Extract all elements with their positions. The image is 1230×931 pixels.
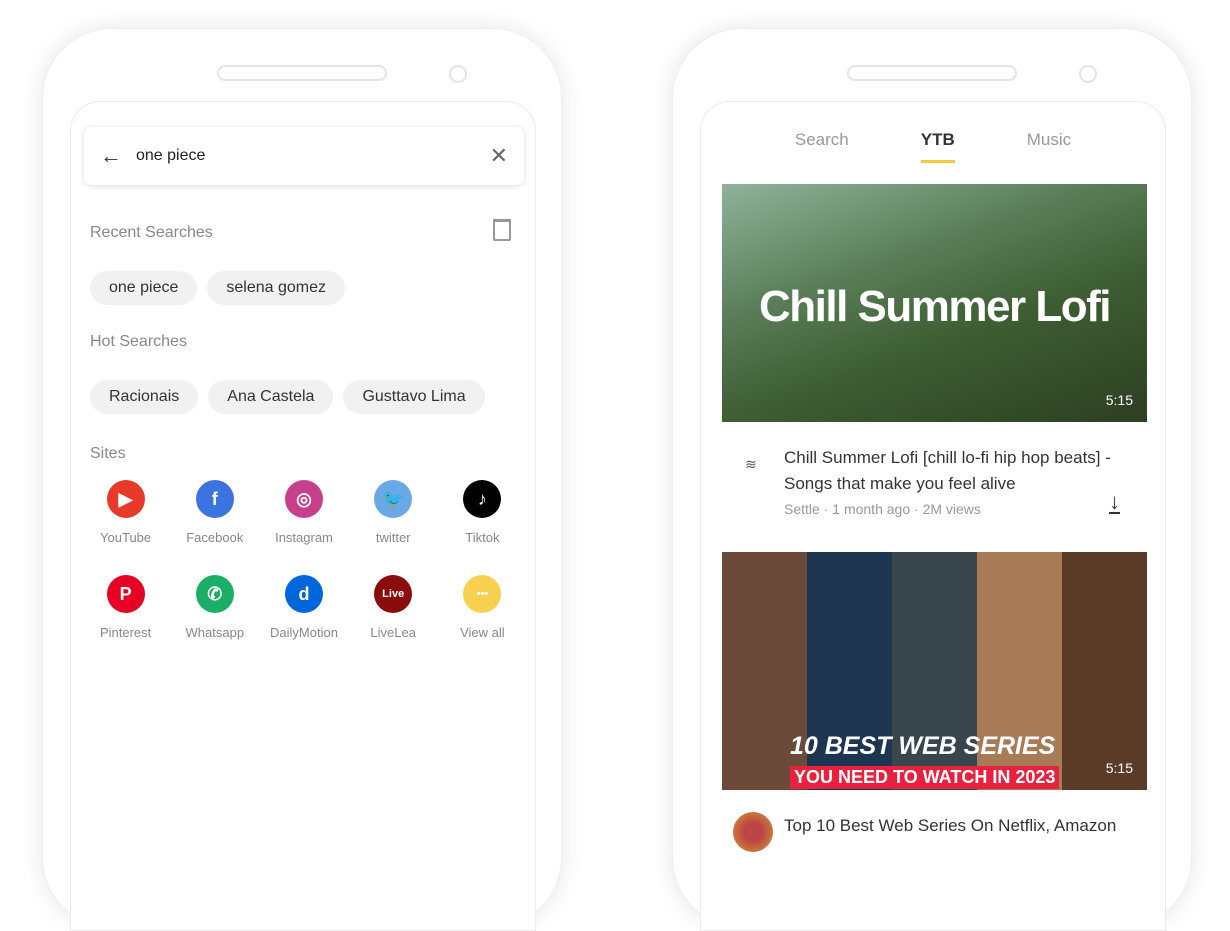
duration: 5:15	[1105, 392, 1133, 408]
site-tiktok[interactable]: ♪ Tiktok	[438, 480, 527, 545]
site-label: LiveLea	[370, 625, 416, 640]
search-screen: ← one piece ✕ Recent Searches one piece …	[70, 101, 536, 931]
playlist-icon: ≋	[745, 456, 757, 472]
site-view-all[interactable]: ••• View all	[438, 575, 527, 640]
hot-chip[interactable]: Gusttavo Lima	[343, 380, 485, 414]
phone-left: ← one piece ✕ Recent Searches one piece …	[42, 28, 562, 931]
site-facebook[interactable]: f Facebook	[170, 480, 259, 545]
twitter-icon: 🐦	[374, 480, 413, 518]
dailymotion-icon: d	[284, 575, 323, 613]
thumbnail-text: Chill Summer Lofi	[759, 282, 1111, 331]
search-bar[interactable]: ← one piece ✕	[84, 127, 524, 185]
tiktok-icon: ♪	[463, 480, 502, 518]
thumbnail-text: 10 BEST WEB SERIES	[790, 732, 1056, 760]
speaker	[847, 65, 1017, 81]
tab-search[interactable]: Search	[795, 130, 849, 163]
trash-icon[interactable]	[493, 219, 511, 241]
site-label: Facebook	[186, 530, 244, 545]
site-label: twitter	[375, 530, 411, 545]
channel-avatar[interactable]	[733, 812, 773, 852]
tab-ytb[interactable]: YTB	[920, 130, 955, 163]
download-icon[interactable]: ↓	[1109, 491, 1120, 514]
facebook-icon: f	[195, 480, 234, 518]
site-label: View all	[460, 625, 505, 640]
site-label: YouTube	[100, 530, 152, 545]
site-dailymotion[interactable]: d DailyMotion	[259, 575, 348, 640]
results-screen: Search YTB Music Chill Summer Lofi 5:15 …	[700, 101, 1166, 931]
age: 1 month ago	[832, 501, 911, 517]
duration: 5:15	[1105, 760, 1133, 776]
hot-chip[interactable]: Racionais	[90, 380, 199, 414]
video-thumbnail[interactable]: 10 BEST WEB SERIES YOU NEED TO WATCH IN …	[722, 552, 1147, 790]
site-livelea[interactable]: Live LiveLea	[349, 575, 438, 640]
recent-chip[interactable]: one piece	[90, 271, 198, 305]
phone-right: Search YTB Music Chill Summer Lofi 5:15 …	[672, 28, 1192, 931]
thumbnail-subtext: YOU NEED TO WATCH IN 2023	[790, 766, 1060, 789]
site-label: Instagram	[275, 530, 333, 545]
video-meta: Settle · 1 month ago · 2M views	[784, 501, 981, 517]
sites-heading: Sites	[90, 445, 126, 462]
whatsapp-icon: ✆	[195, 575, 234, 613]
site-youtube[interactable]: ▶ YouTube	[81, 480, 170, 545]
views: 2M views	[922, 501, 981, 517]
camera	[1079, 65, 1097, 83]
camera	[449, 65, 467, 83]
youtube-icon: ▶	[106, 480, 145, 518]
site-label: Whatsapp	[185, 625, 245, 640]
instagram-icon: ◎	[284, 480, 323, 518]
back-arrow-icon[interactable]: ←	[100, 143, 122, 169]
livelea-icon: Live	[374, 575, 413, 613]
search-input[interactable]: one piece	[136, 147, 490, 165]
recent-searches-heading: Recent Searches	[90, 224, 213, 241]
recent-chip[interactable]: selena gomez	[207, 271, 346, 305]
site-label: Tiktok	[465, 530, 500, 545]
hot-searches-heading: Hot Searches	[90, 333, 187, 350]
site-instagram[interactable]: ◎ Instagram	[259, 480, 348, 545]
clear-icon[interactable]: ✕	[490, 143, 508, 169]
pinterest-icon: P	[106, 575, 145, 613]
site-label: Pinterest	[99, 625, 152, 640]
channel: Settle	[784, 501, 820, 517]
hot-chip[interactable]: Ana Castela	[208, 380, 334, 414]
view-all-icon: •••	[463, 575, 502, 613]
site-label: DailyMotion	[270, 625, 338, 640]
site-whatsapp[interactable]: ✆ Whatsapp	[170, 575, 259, 640]
site-pinterest[interactable]: P Pinterest	[81, 575, 170, 640]
tab-music[interactable]: Music	[1027, 130, 1071, 163]
speaker	[217, 65, 387, 81]
site-twitter[interactable]: 🐦 twitter	[349, 480, 438, 545]
video-thumbnail[interactable]: Chill Summer Lofi 5:15	[722, 184, 1147, 422]
video-title[interactable]: Chill Summer Lofi [chill lo-fi hip hop b…	[784, 445, 1139, 497]
video-title[interactable]: Top 10 Best Web Series On Netflix, Amazo…	[784, 813, 1139, 839]
